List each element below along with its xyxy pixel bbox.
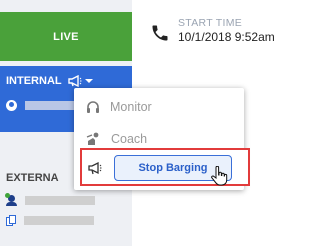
internal-header[interactable]: INTERNAL bbox=[6, 75, 93, 87]
menu-item-label: Monitor bbox=[110, 100, 152, 114]
user-icon bbox=[6, 100, 17, 111]
external-label: EXTERNA bbox=[6, 172, 59, 184]
copy-icon[interactable] bbox=[6, 215, 16, 226]
hand-cursor-icon bbox=[211, 166, 228, 186]
stop-barging-label: Stop Barging bbox=[138, 162, 208, 174]
redacted-name bbox=[25, 196, 95, 205]
internal-label: INTERNAL bbox=[6, 75, 62, 87]
external-participant bbox=[6, 215, 94, 226]
megaphone-icon[interactable] bbox=[67, 75, 82, 87]
agent-icon bbox=[5, 193, 17, 206]
start-time-value: 10/1/2018 9:52am bbox=[178, 30, 275, 44]
start-time: START TIME 10/1/2018 9:52am bbox=[150, 17, 275, 44]
megaphone-icon bbox=[88, 161, 102, 174]
menu-item-coach[interactable]: Coach bbox=[86, 132, 147, 146]
menu-item-label: Coach bbox=[111, 132, 148, 146]
chevron-down-icon[interactable] bbox=[84, 79, 93, 83]
menu-item-monitor[interactable]: Monitor bbox=[86, 100, 152, 114]
internal-participant bbox=[6, 100, 83, 111]
redacted-name bbox=[24, 216, 94, 225]
coach-icon bbox=[86, 132, 99, 145]
start-time-label: START TIME bbox=[178, 17, 243, 29]
phone-icon bbox=[152, 25, 168, 41]
live-tab-label: LIVE bbox=[53, 30, 79, 43]
headphones-icon bbox=[87, 101, 99, 113]
external-participant bbox=[5, 193, 95, 206]
live-tab[interactable]: LIVE bbox=[0, 12, 132, 61]
